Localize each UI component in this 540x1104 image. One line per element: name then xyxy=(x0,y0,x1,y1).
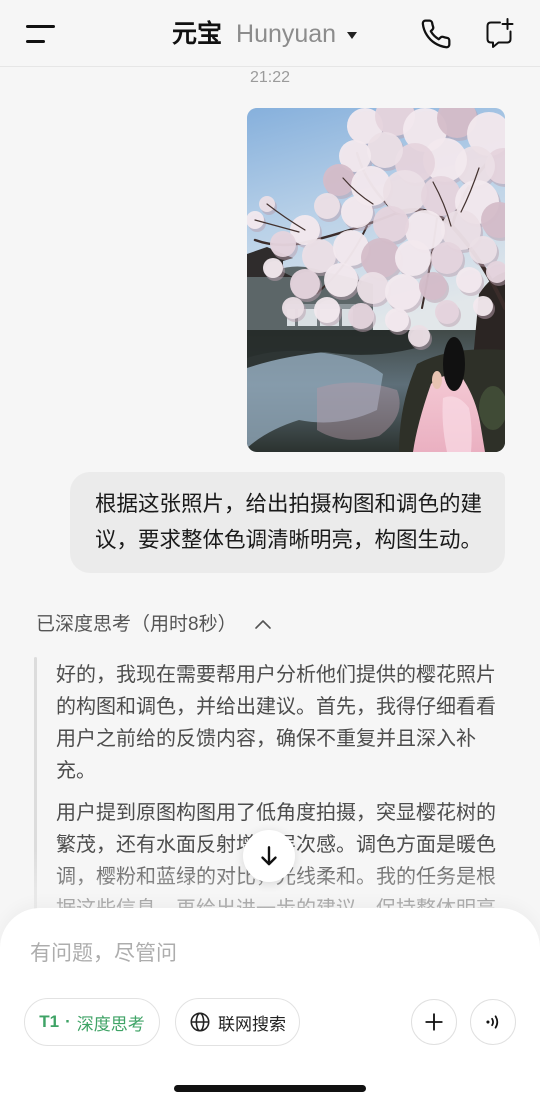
blossom-cluster xyxy=(348,303,374,329)
blossom-cluster xyxy=(431,242,463,274)
voice-icon xyxy=(486,1015,499,1029)
menu-icon-bar xyxy=(26,40,45,43)
blossom-cluster xyxy=(282,297,304,319)
menu-button[interactable] xyxy=(20,16,64,52)
blossom-cluster xyxy=(419,272,447,300)
message-input[interactable] xyxy=(30,936,510,972)
scroll-to-bottom-button[interactable] xyxy=(243,830,295,882)
blossom-cluster xyxy=(435,300,459,324)
blossom-cluster xyxy=(385,308,409,332)
blossom-cluster xyxy=(473,296,493,316)
girl-arm xyxy=(432,371,442,389)
message-timestamp: 21:22 xyxy=(249,69,291,86)
thinking-toggle[interactable]: 已深度思考（用时8秒） xyxy=(36,611,273,639)
call-button[interactable] xyxy=(420,18,452,50)
arrow-down-icon xyxy=(261,846,277,866)
user-message-text: 根据这张照片，给出拍摄构图和调色的建议，要求整体色调清晰明亮，构图生动。 xyxy=(95,492,483,552)
blossom-cluster xyxy=(367,132,403,168)
deep-think-label: 深度思考 xyxy=(76,1014,145,1034)
thinking-paragraph: 好的，我现在需要帮用户分析他们提供的樱花照片的构图和调色，并给出建议。首先，我得… xyxy=(56,664,496,782)
web-search-toggle[interactable]: 联网搜索 xyxy=(175,998,300,1046)
blossom-cluster xyxy=(314,297,340,323)
thinking-status: 已深度思考（用时8秒） xyxy=(36,614,237,635)
blossom-cluster xyxy=(421,176,461,216)
girl-hair xyxy=(443,337,465,391)
blossom-cluster xyxy=(456,267,482,293)
user-message-bubble: 根据这张照片，给出拍摄构图和调色的建议，要求整体色调清晰明亮，构图生动。 xyxy=(70,472,505,573)
new-chat-icon xyxy=(486,18,514,48)
blossom-cluster xyxy=(263,258,283,278)
chevron-up-icon xyxy=(254,620,271,629)
caret-down-icon xyxy=(347,31,358,39)
blossom-cluster xyxy=(323,164,355,196)
blossom-cluster xyxy=(395,240,431,276)
top-bar: 元宝 Hunyuan xyxy=(0,0,540,67)
model-switcher[interactable]: 元宝 Hunyuan xyxy=(172,14,358,54)
deep-think-separator: · xyxy=(65,1012,71,1031)
new-chat-button[interactable] xyxy=(483,17,515,49)
blossom-cluster xyxy=(469,236,497,264)
app-title: 元宝 xyxy=(172,20,223,48)
globe-icon xyxy=(190,1012,210,1032)
blossom-cluster xyxy=(290,269,320,299)
blossom-cluster xyxy=(408,325,430,347)
blossom-cluster xyxy=(314,193,340,219)
plus-icon xyxy=(425,1013,443,1031)
web-search-label: 联网搜索 xyxy=(218,1014,286,1034)
composer-panel: T1 · 深度思考 联网搜索 xyxy=(0,908,540,1104)
deep-think-model: T1 xyxy=(39,1012,60,1031)
user-photo[interactable] xyxy=(247,108,505,452)
home-indicator xyxy=(174,1085,366,1092)
blossom-cluster xyxy=(270,231,296,257)
voice-button[interactable] xyxy=(470,999,516,1045)
menu-icon xyxy=(26,24,58,46)
add-button[interactable] xyxy=(411,999,457,1045)
phone-icon xyxy=(421,19,451,49)
model-name: Hunyuan xyxy=(236,20,337,48)
blossom-cluster xyxy=(385,274,421,310)
blossom-cluster xyxy=(357,272,389,304)
deep-think-toggle[interactable]: T1 · 深度思考 xyxy=(24,998,160,1046)
menu-icon-bar xyxy=(26,25,55,28)
user-photo-image xyxy=(247,108,505,452)
blossom-cluster xyxy=(324,263,358,297)
blossom-cluster xyxy=(373,206,409,242)
